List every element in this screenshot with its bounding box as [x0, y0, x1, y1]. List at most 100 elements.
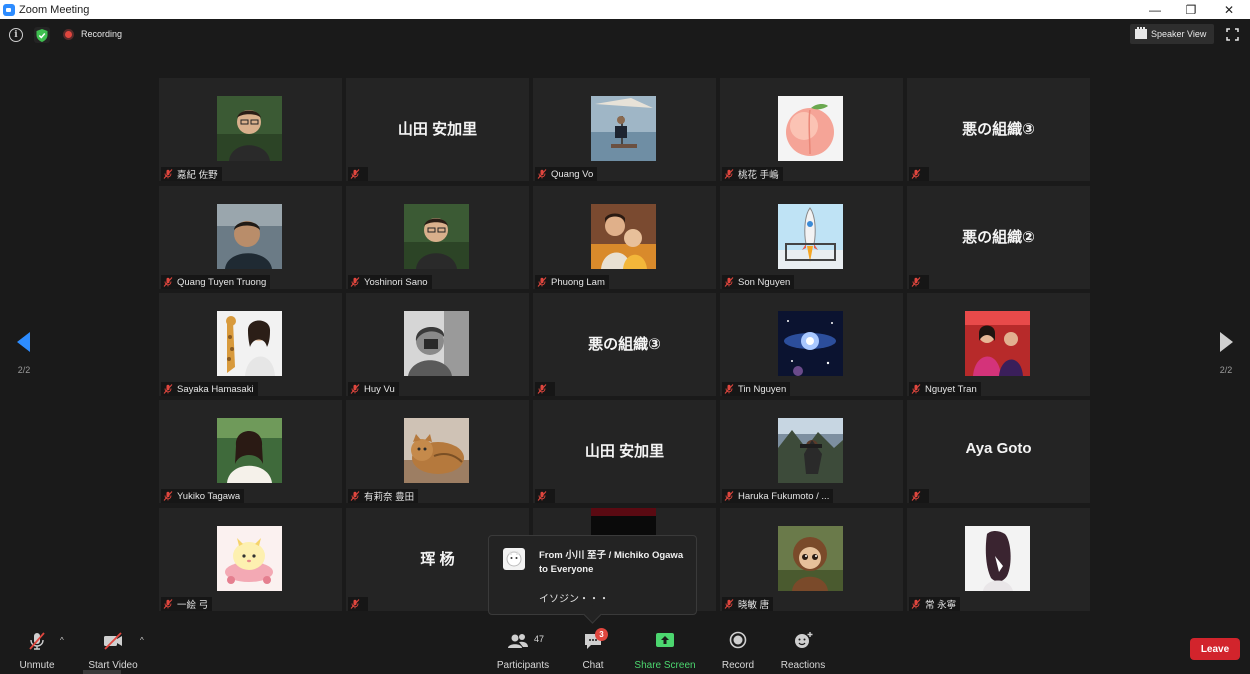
participant-name: Haruka Fukumoto / ...: [738, 490, 830, 502]
participant-tile[interactable]: Sayaka Hamasaki: [159, 293, 342, 396]
participant-name: Quang Tuyen Truong: [177, 276, 267, 288]
participant-avatar: [778, 418, 843, 483]
start-video-button[interactable]: Start Video: [86, 630, 140, 671]
participant-tile[interactable]: 悪の組織③: [907, 78, 1090, 181]
participant-name-label: [535, 382, 555, 396]
participant-name-label: Yukiko Tagawa: [161, 489, 245, 503]
speaker-view-icon: [1135, 27, 1147, 39]
share-screen-button[interactable]: Share Screen: [634, 630, 696, 671]
share-screen-icon: [656, 633, 674, 647]
participant-tile[interactable]: Yukiko Tagawa: [159, 400, 342, 503]
mic-muted-icon: [537, 384, 547, 394]
participant-tile[interactable]: 悪の組織③: [533, 293, 716, 396]
participant-name-label: Sayaka Hamasaki: [161, 382, 258, 396]
previous-page-button[interactable]: 2/2: [10, 330, 38, 380]
page-indicator-left: 2/2: [17, 365, 31, 375]
participants-icon: [508, 634, 528, 648]
unmute-button[interactable]: Unmute: [14, 630, 60, 671]
participant-name: Son Nguyen: [738, 276, 791, 288]
participant-tile[interactable]: 桃花 手嶋: [720, 78, 903, 181]
mic-muted-icon: [163, 169, 173, 179]
participant-tile[interactable]: Aya Goto: [907, 400, 1090, 503]
mic-muted-icon: [350, 277, 360, 287]
participant-name-label: 嘉紀 佐野: [161, 167, 222, 181]
mic-muted-icon: [537, 491, 547, 501]
toolbar-scroll-thumb[interactable]: [83, 670, 121, 674]
unmute-label: Unmute: [19, 660, 55, 671]
participants-button[interactable]: 47 Participants: [496, 630, 550, 671]
video-off-icon: [104, 632, 122, 650]
close-button[interactable]: ✕: [1211, 0, 1247, 19]
chat-button[interactable]: 3 Chat: [578, 628, 608, 671]
participant-tile[interactable]: 晓敏 唐: [720, 508, 903, 611]
participant-name: 嘉紀 佐野: [177, 170, 218, 181]
participant-avatar: [778, 311, 843, 376]
participant-tile[interactable]: 常 永寧: [907, 508, 1090, 611]
participant-tile[interactable]: Tin Nguyen: [720, 293, 903, 396]
restore-button[interactable]: ❐: [1173, 0, 1209, 19]
record-icon: [729, 631, 747, 649]
minimize-button[interactable]: —: [1137, 0, 1173, 19]
participant-name-label: Yoshinori Sano: [348, 275, 432, 289]
mic-muted-icon: [350, 599, 360, 609]
participant-name-label: Nguyet Tran: [909, 382, 981, 396]
speaker-view-button[interactable]: Speaker View: [1130, 24, 1214, 44]
next-page-button[interactable]: 2/2: [1212, 330, 1240, 380]
chat-sender-avatar: [503, 548, 525, 570]
participant-tile[interactable]: Huy Vu: [346, 293, 529, 396]
share-screen-label: Share Screen: [634, 660, 696, 671]
participant-tile[interactable]: 山田 安加里: [533, 400, 716, 503]
mic-muted-icon: [724, 384, 734, 394]
speaker-view-label: Speaker View: [1151, 29, 1207, 39]
leave-button[interactable]: Leave: [1190, 638, 1240, 660]
participant-avatar: [778, 526, 843, 591]
participant-name-label: Quang Tuyen Truong: [161, 275, 271, 289]
participant-tile[interactable]: Haruka Fukumoto / ...: [720, 400, 903, 503]
video-options-chevron-up-icon[interactable]: ^: [140, 636, 144, 645]
arrow-right-icon: [1220, 332, 1233, 352]
arrow-left-icon: [17, 332, 30, 352]
mic-muted-icon: [537, 169, 547, 179]
security-shield-icon[interactable]: [34, 27, 50, 43]
recording-icon: [63, 29, 74, 40]
participant-name-label: Tin Nguyen: [722, 382, 791, 396]
participant-tile[interactable]: Nguyet Tran: [907, 293, 1090, 396]
participant-avatar: [965, 311, 1030, 376]
participant-name: Yukiko Tagawa: [177, 490, 241, 502]
fullscreen-icon[interactable]: [1226, 28, 1239, 41]
participant-tile[interactable]: 嘉紀 佐野: [159, 78, 342, 181]
participant-name-label: 有莉奈 豊田: [348, 489, 419, 503]
mic-muted-icon: [350, 491, 360, 501]
participant-avatar: [404, 204, 469, 269]
meeting-info-icon[interactable]: i: [9, 28, 23, 42]
meeting-toolbar: Unmute ^ Start Video ^ 47 Participants 3…: [0, 624, 1250, 674]
participant-tile[interactable]: Phuong Lam: [533, 186, 716, 289]
participant-avatar: [591, 204, 656, 269]
participant-name-label: Quang Vo: [535, 167, 598, 181]
participant-avatar: [404, 418, 469, 483]
reactions-smiley-icon: [795, 632, 813, 648]
participant-name-label: [348, 167, 368, 181]
mic-muted-icon: [911, 599, 921, 609]
participant-tile[interactable]: 一絵 弓: [159, 508, 342, 611]
participant-name: 一絵 弓: [177, 600, 209, 611]
participant-tile[interactable]: 山田 安加里: [346, 78, 529, 181]
participant-tile[interactable]: Yoshinori Sano: [346, 186, 529, 289]
mic-muted-icon: [724, 277, 734, 287]
participant-name: Phuong Lam: [551, 276, 605, 288]
participant-tile[interactable]: 悪の組織②: [907, 186, 1090, 289]
mic-muted-icon: [724, 169, 734, 179]
participant-tile[interactable]: Quang Vo: [533, 78, 716, 181]
participant-name: 有莉奈 豊田: [364, 492, 415, 503]
record-button[interactable]: Record: [720, 630, 756, 671]
audio-options-chevron-up-icon[interactable]: ^: [60, 636, 64, 645]
participant-avatar: [965, 526, 1030, 591]
participant-avatar: [217, 311, 282, 376]
chat-notification-popup[interactable]: From 小川 至子 / Michiko Ogawa to Everyone イ…: [488, 535, 697, 615]
participant-tile[interactable]: Son Nguyen: [720, 186, 903, 289]
window-title: Zoom Meeting: [19, 3, 90, 16]
participant-tile[interactable]: Quang Tuyen Truong: [159, 186, 342, 289]
participant-avatar: [404, 311, 469, 376]
reactions-button[interactable]: Reactions: [780, 630, 826, 671]
participant-tile[interactable]: 有莉奈 豊田: [346, 400, 529, 503]
